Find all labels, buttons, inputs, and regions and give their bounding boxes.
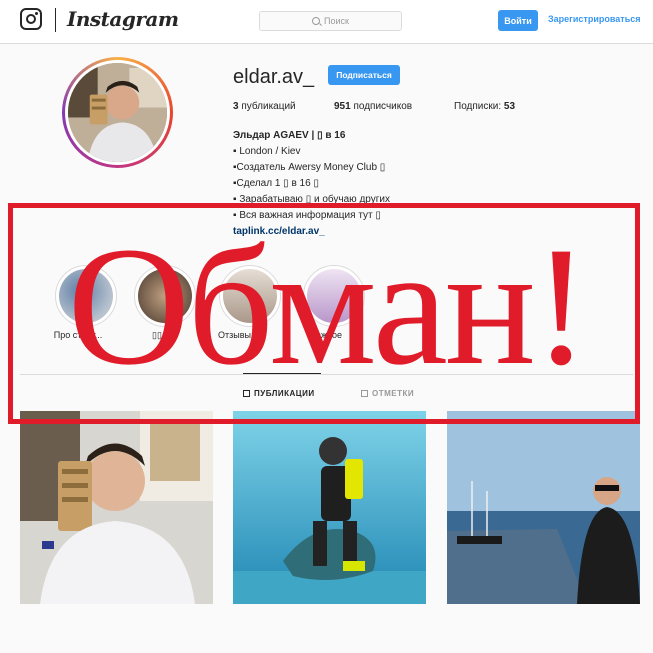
followers-stat[interactable]: 951 подписчиков xyxy=(334,101,412,112)
post-photo xyxy=(20,411,213,604)
posts-stat[interactable]: 3 публикаций xyxy=(233,101,296,112)
top-navigation-bar: Instagram Поиск Войти Зарегистрироваться xyxy=(0,0,653,44)
profile-avatar[interactable] xyxy=(62,57,173,168)
login-button[interactable]: Войти xyxy=(498,10,538,31)
bio-line: ▪Создатель Awersy Money Club ▯ xyxy=(233,162,386,173)
instagram-profile-page: Instagram Поиск Войти Зарегистрироваться xyxy=(0,0,653,653)
bio-line: ▪Сделал 1 ▯ в 16 ▯ xyxy=(233,178,319,189)
profile-username: eldar.av_ xyxy=(233,66,315,88)
post-thumbnail[interactable] xyxy=(447,411,640,604)
signup-link[interactable]: Зарегистрироваться xyxy=(548,14,640,24)
bio-line: Эльдар AGAEV | ▯ в 16 xyxy=(233,130,346,141)
scam-warning-stamp: Обман! xyxy=(67,212,589,400)
search-placeholder: Поиск xyxy=(324,16,349,26)
bio-line: ▪ London / Kiev xyxy=(233,146,301,157)
search-input[interactable]: Поиск xyxy=(259,11,402,31)
instagram-wordmark[interactable]: Instagram xyxy=(67,7,179,31)
instagram-glyph-icon[interactable] xyxy=(20,8,42,30)
post-thumbnail[interactable] xyxy=(20,411,213,604)
follow-button[interactable]: Подписаться xyxy=(328,65,400,85)
logo-divider xyxy=(55,8,56,32)
avatar-photo xyxy=(68,63,167,162)
post-photo xyxy=(447,411,640,604)
following-stat[interactable]: Подписки: 53 xyxy=(454,101,515,112)
post-photo xyxy=(233,411,426,604)
post-thumbnail[interactable] xyxy=(233,411,426,604)
search-icon xyxy=(312,17,321,25)
